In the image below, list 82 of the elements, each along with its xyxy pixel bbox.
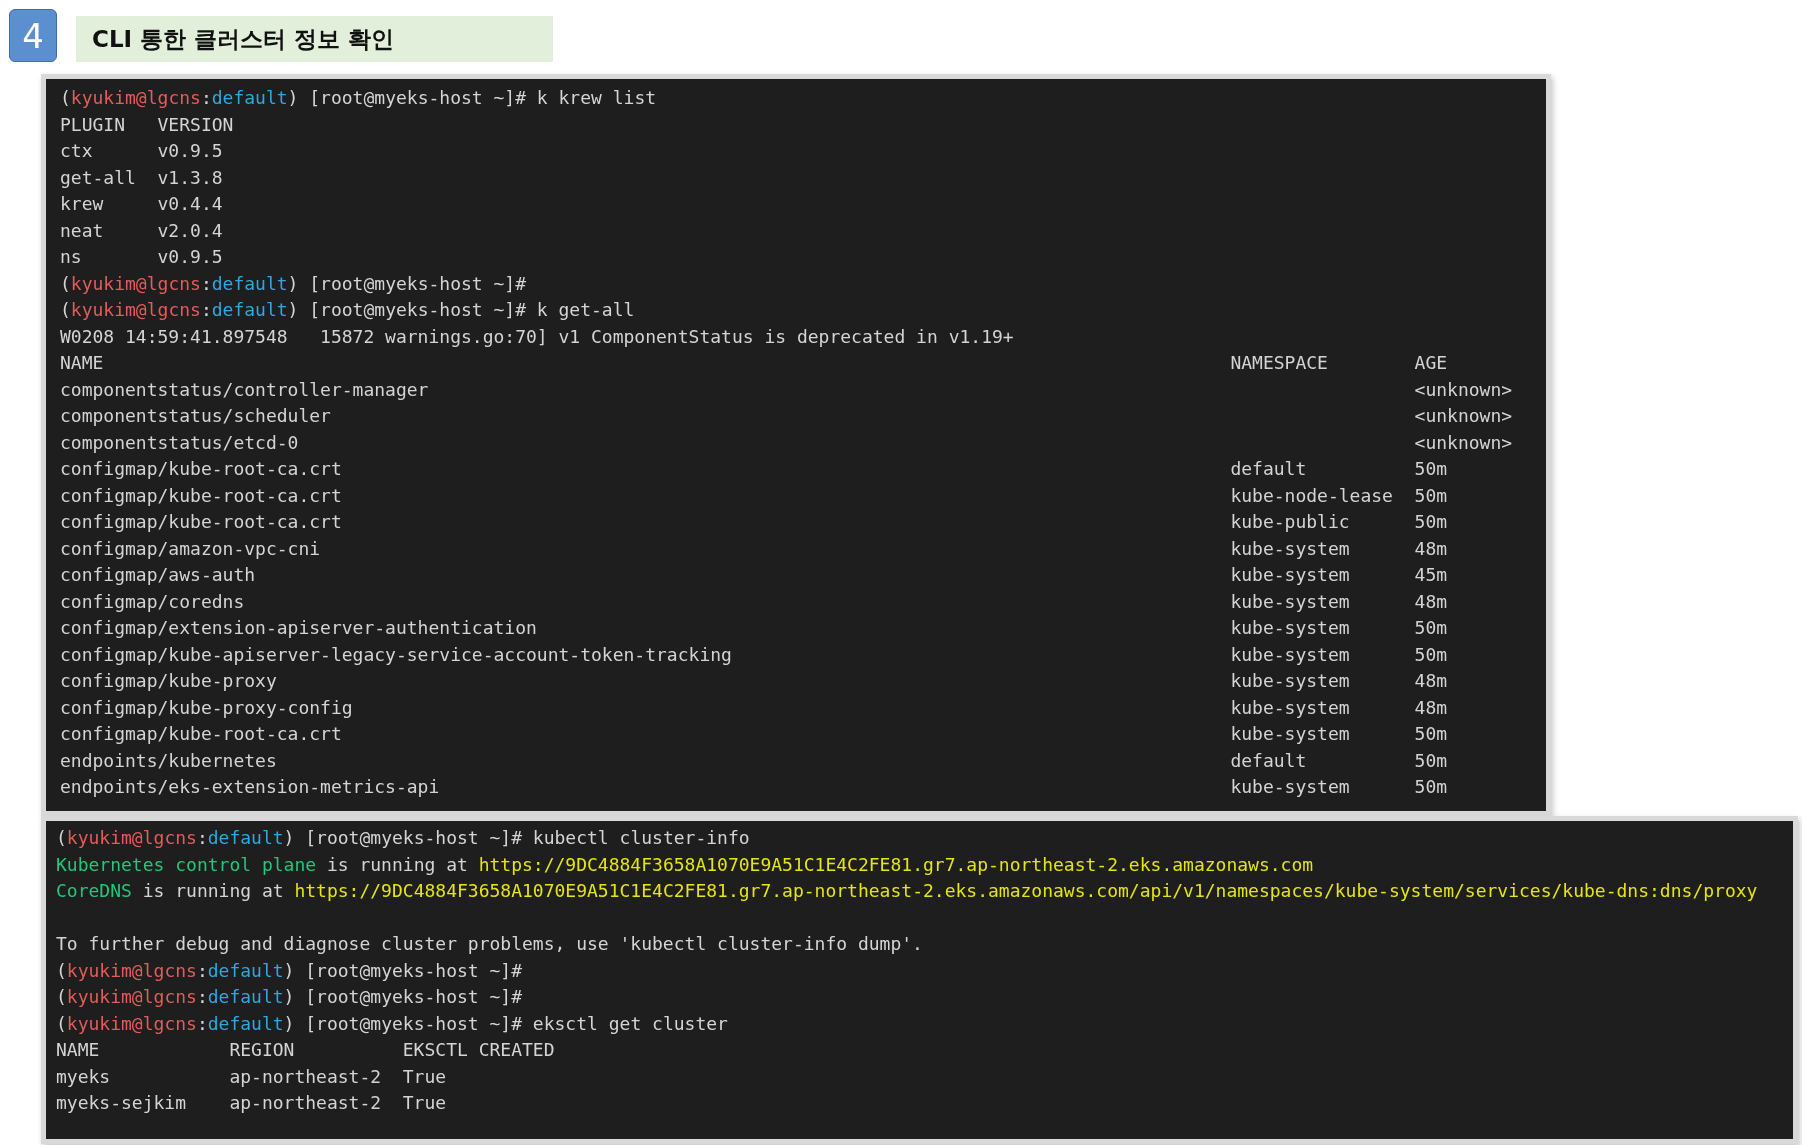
table-cell-text: kube-public (1230, 510, 1351, 534)
table-cell-text: default (1230, 457, 1308, 481)
table-cell-text: kube-system (1230, 669, 1351, 693)
table-cell-text: ap-northeast-2 (229, 1091, 383, 1115)
column-header: REGION (229, 1038, 296, 1062)
column-header: NAME (56, 1038, 101, 1062)
terminal-line: (kyukim@lgcns:default) [root@myeks-host ~]# kubectl cluster-info (56, 826, 751, 850)
table-cell-text: default (1230, 748, 1308, 773)
table-cell-text: kube-system (1230, 563, 1351, 587)
table-cell-text: kube-system (1230, 616, 1351, 640)
table-cell-text: configmap/kube-root-ca.crt (60, 722, 343, 746)
table-cell-text: endpoints/kubernetes (60, 748, 278, 773)
table-cell-text: <unknown> (1414, 430, 1514, 455)
table-cell-text: configmap/kube-proxy (60, 669, 278, 693)
table-cell-text: componentstatus/etcd-0 (60, 430, 300, 455)
column-header: NAME (60, 351, 105, 375)
table-cell-text: 50m (1414, 775, 1449, 799)
table-cell-text: myeks (56, 1064, 112, 1089)
table-cell-text: True (402, 1064, 448, 1089)
column-header: NAMESPACE (1230, 351, 1329, 375)
table-cell-text: configmap/kube-apiserver-legacy-service-account-token-tracking (60, 642, 733, 667)
table-cell-text: 48m (1414, 695, 1449, 720)
column-header: VERSION (157, 112, 235, 137)
terminal-line: (kyukim@lgcns:default) [root@myeks-host ~]# k get-all (60, 298, 636, 322)
column-header: PLUGIN (60, 112, 127, 137)
table-cell-text: v0.9.5 (157, 245, 224, 269)
table-cell-text: kube-node-lease (1230, 483, 1394, 508)
table-cell-text: componentstatus/scheduler (60, 404, 332, 428)
table-cell-text: kube-system (1230, 642, 1351, 667)
table-cell-text: 48m (1414, 536, 1449, 561)
table-cell-text: configmap/extension-apiserver-authentication (60, 616, 538, 640)
table-cell-text: True (402, 1091, 448, 1115)
table-cell-text: configmap/amazon-vpc-cni (60, 536, 322, 561)
section-title: CLI 통한 클러스터 정보 확인 (76, 16, 553, 62)
table-cell-text: myeks-sejkim (56, 1091, 188, 1115)
table-cell-text: ns (60, 245, 83, 269)
terminal-line: To further debug and diagnose cluster problems, use 'kubectl cluster-info dump'. (56, 932, 924, 956)
table-cell-text: kube-system (1230, 775, 1351, 799)
table-cell-text: v1.3.8 (157, 165, 224, 190)
table-cell-text: 50m (1414, 510, 1449, 534)
table-cell-text: v2.0.4 (157, 218, 224, 243)
table-cell-text: krew (60, 192, 105, 216)
table-cell-text: get-all (60, 165, 137, 190)
table-cell-text: 50m (1414, 616, 1449, 640)
table-cell-text: v0.4.4 (157, 192, 224, 216)
table-cell-text: 50m (1414, 748, 1449, 773)
table-cell-text: configmap/kube-proxy-config (60, 695, 354, 720)
table-cell-text: <unknown> (1414, 377, 1514, 402)
table-cell-text: 50m (1414, 457, 1449, 481)
table-cell-text: <unknown> (1414, 404, 1514, 428)
table-cell-text: kube-system (1230, 589, 1351, 614)
terminal-line: (kyukim@lgcns:default) [root@myeks-host ~]# (56, 985, 523, 1009)
column-header: AGE (1414, 351, 1449, 375)
terminal-line: (kyukim@lgcns:default) [root@myeks-host ~]# k krew list (60, 86, 658, 110)
terminal-line: Kubernetes control plane is running at https://9DC4884F3658A1070E9A51C1E4C2FE81.gr7.ap-northeast-2.eks.amazonaws.com (56, 852, 1315, 877)
table-cell-text: endpoints/eks-extension-metrics-api (60, 775, 441, 799)
table-cell-text: componentstatus/controller-manager (60, 377, 430, 402)
table-cell-text: configmap/kube-root-ca.crt (60, 483, 343, 508)
column-header: EKSCTL CREATED (402, 1038, 556, 1062)
table-cell-text: v0.9.5 (157, 139, 224, 163)
terminal-line: W0208 14:59:41.897548 15872 warnings.go:70] v1 ComponentStatus is deprecated in v1.19+ (60, 324, 1015, 349)
table-cell-text: kube-system (1230, 695, 1351, 720)
table-cell-text: configmap/kube-root-ca.crt (60, 510, 343, 534)
terminal-line: (kyukim@lgcns:default) [root@myeks-host ~]# (56, 958, 523, 983)
table-cell-text: 50m (1414, 642, 1449, 667)
table-cell-text: kube-system (1230, 536, 1351, 561)
table-cell-text: configmap/coredns (60, 589, 246, 614)
table-cell-text: ap-northeast-2 (229, 1064, 383, 1089)
table-cell-text: 50m (1414, 722, 1449, 746)
terminal-line: (kyukim@lgcns:default) [root@myeks-host ~]# (60, 271, 527, 296)
table-cell-text: configmap/aws-auth (60, 563, 257, 587)
table-cell-text: 45m (1414, 563, 1449, 587)
table-cell-text: 48m (1414, 589, 1449, 614)
table-cell-text: configmap/kube-root-ca.crt (60, 457, 343, 481)
table-cell-text: 50m (1414, 483, 1449, 508)
table-cell-text: kube-system (1230, 722, 1351, 746)
table-cell-text: neat (60, 218, 105, 243)
table-cell-text: ctx (60, 139, 94, 163)
step-number: 4 (9, 9, 57, 62)
table-cell-text: 48m (1414, 669, 1449, 693)
terminal-line: (kyukim@lgcns:default) [root@myeks-host ~]# eksctl get cluster (56, 1011, 729, 1036)
terminal-line: CoreDNS is running at https://9DC4884F3658A1070E9A51C1E4C2FE81.gr7.ap-northeast-2.eks.amazonaws.com/api/v1/namespaces/kube-system/services/kube-dns:dns/proxy (56, 879, 1759, 903)
